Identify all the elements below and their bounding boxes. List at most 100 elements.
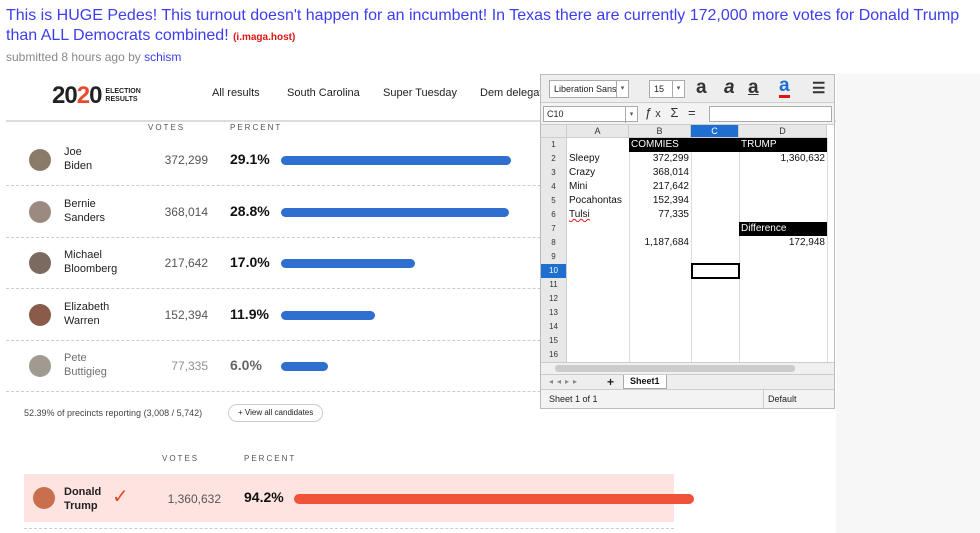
gop-col-percent-header: PERCENT: [244, 454, 297, 463]
candidate-percent: 29.1%: [230, 151, 270, 167]
background-panel: [836, 74, 980, 533]
election-logo[interactable]: 2020 ELECTION RESULTS: [52, 82, 141, 110]
chevron-down-icon[interactable]: ▾: [672, 81, 684, 97]
nav-dem-delegates[interactable]: Dem delegate: [480, 87, 549, 99]
avatar: [29, 355, 51, 377]
avatar: [29, 303, 51, 326]
font-name-select[interactable]: Liberation Sans ▾: [549, 80, 629, 98]
font-color-icon[interactable]: a: [779, 76, 790, 98]
name-box[interactable]: C10 ▾: [543, 106, 638, 123]
grid-line: [691, 138, 692, 362]
formula-input[interactable]: [709, 106, 832, 122]
scrollbar-thumb[interactable]: [555, 365, 795, 372]
candidate-row-trump[interactable]: Donald Trump ✓ 1,360,632 94.2%: [24, 474, 694, 522]
candidate-votes: 217,642: [164, 256, 208, 270]
cell-b6[interactable]: 77,335: [629, 208, 691, 222]
row-header-13[interactable]: 13: [541, 306, 567, 320]
cell-c1[interactable]: [691, 138, 739, 152]
view-all-candidates-button[interactable]: + View all candidates: [228, 404, 324, 422]
cell-b5[interactable]: 152,394: [629, 194, 691, 208]
row-header-11[interactable]: 11: [541, 278, 567, 292]
row-header-15[interactable]: 15: [541, 334, 567, 348]
post-title[interactable]: This is HUGE Pedes! This turnout doesn't…: [6, 6, 974, 48]
cell-b1[interactable]: COMMIES: [629, 138, 691, 152]
cell-d1[interactable]: TRUMP: [739, 138, 827, 152]
vote-share-bar: [281, 310, 375, 320]
row-header-6[interactable]: 6: [541, 208, 567, 222]
candidate-name: Pete Buttigieg: [64, 352, 107, 378]
sheet-tab-bar: ◂◂▸▸ + Sheet1: [541, 374, 834, 389]
candidate-votes: 77,335: [171, 359, 208, 373]
author-link[interactable]: schism: [144, 50, 181, 64]
row-header-8[interactable]: 8: [541, 236, 567, 250]
cell-d7[interactable]: Difference: [739, 222, 827, 236]
candidate-percent: 17.0%: [230, 254, 270, 270]
nav-all-results[interactable]: All results: [212, 87, 260, 99]
column-header-a[interactable]: A: [567, 125, 629, 138]
column-header-d[interactable]: D: [739, 125, 827, 138]
status-bar: Sheet 1 of 1 Default: [541, 389, 834, 408]
candidate-name: Bernie Sanders: [64, 197, 105, 224]
submitted-text: submitted 8 hours ago by: [6, 50, 141, 64]
add-sheet-icon[interactable]: +: [607, 375, 614, 389]
tab-navigation-icon[interactable]: ◂◂▸▸: [549, 377, 581, 386]
column-header-b[interactable]: B: [629, 125, 691, 138]
cell-a4[interactable]: Mini: [567, 180, 629, 194]
candidate-name: Joe Biden: [64, 146, 93, 172]
italic-icon[interactable]: a: [724, 77, 735, 99]
formula-bar: C10 ▾ ƒx Σ =: [541, 103, 834, 125]
logo-subtitle: ELECTION RESULTS: [105, 88, 141, 103]
row-header-5[interactable]: 5: [541, 194, 567, 208]
candidate-votes: 152,394: [164, 307, 208, 322]
column-header-c[interactable]: C: [691, 125, 739, 138]
cell-a3[interactable]: Crazy: [567, 166, 629, 180]
vote-share-bar: [281, 362, 328, 371]
candidate-votes: 368,014: [164, 204, 208, 219]
row-header-16[interactable]: 16: [541, 348, 567, 362]
row-header-1[interactable]: 1: [541, 138, 567, 152]
nav-south-carolina[interactable]: South Carolina: [287, 87, 360, 99]
post-domain[interactable]: (i.maga.host): [233, 32, 295, 43]
row-header-12[interactable]: 12: [541, 292, 567, 306]
chevron-down-icon[interactable]: ▾: [625, 107, 637, 123]
candidate-votes: 372,299: [164, 153, 208, 167]
horizontal-scrollbar[interactable]: [541, 362, 834, 374]
cell-d2[interactable]: 1,360,632: [739, 152, 827, 166]
row-header-3[interactable]: 3: [541, 166, 567, 180]
row-header-4[interactable]: 4: [541, 180, 567, 194]
chevron-down-icon[interactable]: ▾: [616, 81, 628, 97]
col-percent-header: PERCENT: [230, 123, 283, 132]
precincts-reporting: 52.39% of precincts reporting (3,008 / 5…: [24, 408, 203, 418]
cell-a2[interactable]: Sleepy: [567, 152, 629, 166]
formatting-toolbar: Liberation Sans ▾ 15 ▾ a a a a ☰: [541, 75, 834, 103]
status-sheet-count: Sheet 1 of 1: [549, 394, 598, 404]
row-header-9[interactable]: 9: [541, 250, 567, 264]
cell-b4[interactable]: 217,642: [629, 180, 691, 194]
bold-icon[interactable]: a: [696, 77, 707, 99]
cell-b3[interactable]: 368,014: [629, 166, 691, 180]
selected-cell-c10[interactable]: [691, 263, 740, 279]
nav-super-tuesday[interactable]: Super Tuesday: [383, 87, 457, 99]
post-title-text[interactable]: This is HUGE Pedes! This turnout doesn't…: [6, 7, 959, 44]
function-wizard-icon[interactable]: ƒx Σ =: [645, 105, 699, 120]
vote-share-bar: [281, 156, 511, 165]
row-header-10[interactable]: 10: [541, 264, 567, 278]
vote-share-bar: [281, 207, 509, 217]
cell-a5[interactable]: Pocahontas: [567, 194, 629, 208]
avatar: [29, 252, 51, 274]
align-icon[interactable]: ☰: [812, 79, 825, 97]
row-header-14[interactable]: 14: [541, 320, 567, 334]
row-header-7[interactable]: 7: [541, 222, 567, 236]
underline-icon[interactable]: a: [748, 77, 759, 99]
tab-sheet1[interactable]: Sheet1: [623, 375, 667, 389]
cell-b2[interactable]: 372,299: [629, 152, 691, 166]
post-meta: submitted 8 hours ago by schism: [6, 50, 181, 64]
font-size-select[interactable]: 15 ▾: [649, 80, 685, 98]
cell-a6[interactable]: Tulsi: [567, 208, 629, 222]
status-page-style[interactable]: Default: [763, 390, 833, 408]
cell-b8[interactable]: 1,187,684: [629, 236, 691, 250]
candidate-percent: 94.2%: [244, 489, 284, 505]
cell-d8[interactable]: 172,948: [739, 236, 827, 250]
corner-cell[interactable]: [541, 125, 567, 138]
row-header-2[interactable]: 2: [541, 152, 567, 166]
